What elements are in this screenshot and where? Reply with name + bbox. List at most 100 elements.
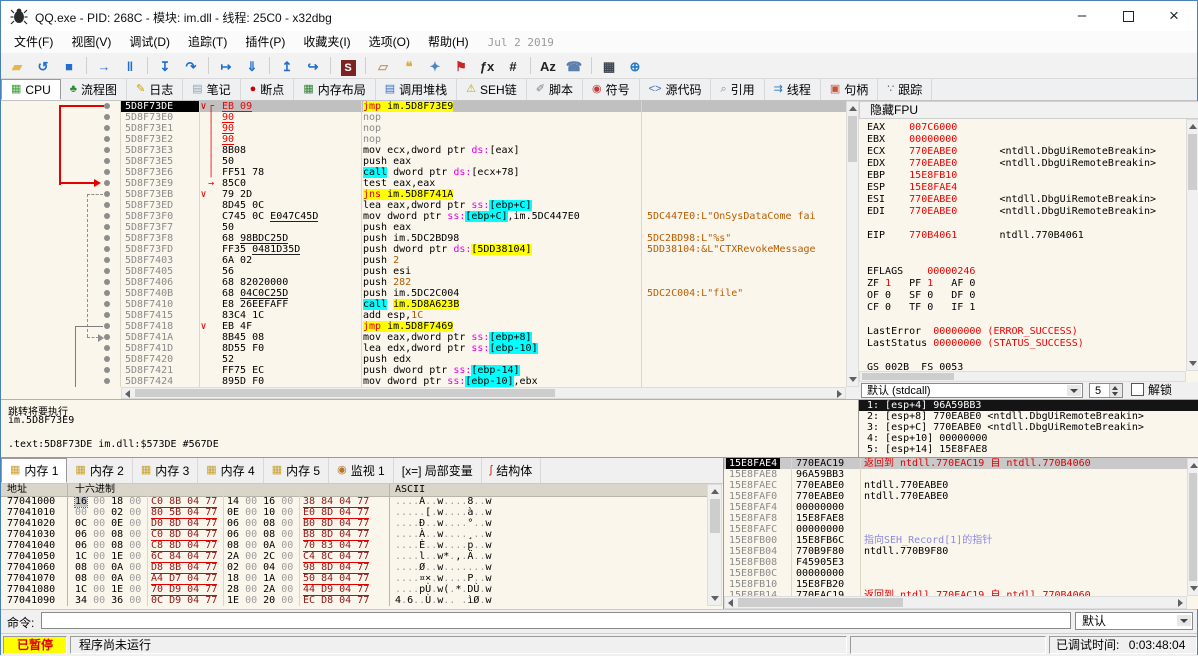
disasm-row[interactable]: 5D8F741A8B45 08mov eax,dword ptr ss:[ebp… (121, 332, 846, 343)
comments-button[interactable]: ❝ (396, 55, 422, 77)
breakpoint-dot-icon[interactable] (104, 235, 110, 241)
functions-button[interactable]: ƒx (474, 55, 500, 77)
tab-references[interactable]: ⌕引用 (711, 79, 764, 100)
stack-row[interactable]: 15E8FB0C00000000 (724, 568, 1187, 579)
disasm-row[interactable]: 5D8F73E3│8B08mov ecx,dword ptr ds:[eax] (121, 145, 846, 156)
labels-button[interactable]: ✦ (422, 55, 448, 77)
menu-item[interactable]: 调试(D) (120, 31, 179, 53)
dump-row[interactable]: 7704107008 00 0A 00A4 D7 04 7718 00 1A 0… (1, 573, 707, 584)
stack-row[interactable]: 15E8FAF815E8FAE8 (724, 513, 1187, 524)
register-line[interactable]: LastStatus 00000000 (STATUS_SUCCESS) (867, 338, 1187, 350)
stack-row[interactable]: 15E8FB08F45905E3 (724, 557, 1187, 568)
scroll-right-icon[interactable] (837, 390, 842, 398)
stack-row[interactable]: 15E8FAF0770EABE0ntdll.770EABE0 (724, 491, 1187, 502)
scroll-down-icon[interactable] (849, 377, 857, 382)
stack-row[interactable]: 15E8FB04770B9F80ntdll.770B9F80 (724, 546, 1187, 557)
breakpoint-dot-icon[interactable] (104, 345, 110, 351)
disassembly-hscrollbar[interactable] (121, 387, 846, 399)
bookmarks-button[interactable]: ⚑ (448, 55, 474, 77)
checkbox-icon[interactable] (1131, 383, 1144, 396)
scroll-up-icon[interactable] (849, 106, 857, 111)
register-line[interactable]: ECX 770EABE0 <ntdll.DbgUiRemoteBreakin> (867, 146, 1187, 158)
register-line[interactable] (867, 254, 1187, 266)
breakpoint-dot-icon[interactable] (104, 191, 110, 197)
stop-button[interactable]: ■ (56, 55, 82, 77)
disasm-row[interactable]: 5D8F740668 82020000push 282 (121, 277, 846, 288)
tab-script[interactable]: ✐脚本 (527, 79, 583, 100)
disasm-row[interactable]: 5D8F7418∨EB 4Fjmp im.5D8F7469 (121, 321, 846, 332)
register-line[interactable]: EBX 00000000 (867, 134, 1187, 146)
tab-notes[interactable]: ▤笔记 (183, 79, 240, 100)
dump-row[interactable]: 7704106008 00 0A 00D8 8B 04 7702 00 04 0… (1, 562, 707, 573)
register-line[interactable]: ESI 770EABE0 <ntdll.DbgUiRemoteBreakin> (867, 194, 1187, 206)
breakpoint-dot-icon[interactable] (104, 367, 110, 373)
disasm-row[interactable]: 5D8F740B68 04C0C25Dpush im.5DC2C0045DC2C… (121, 288, 846, 299)
tab-watch-1[interactable]: ◉监视 1 (329, 458, 394, 483)
disasm-row[interactable]: 5D8F73E0│90nop (121, 112, 846, 123)
restart-button[interactable]: ↺ (30, 55, 56, 77)
breakpoint-dot-icon[interactable] (104, 356, 110, 362)
argument-count-stepper[interactable]: 5 (1089, 383, 1123, 398)
menu-item[interactable]: 文件(F) (5, 31, 62, 53)
argument-row[interactable]: 3: [esp+C] 770EABE0 <ntdll.DbgUiRemoteBr… (859, 422, 1198, 433)
stepper-arrows-icon[interactable] (1109, 384, 1122, 397)
breakpoint-dot-icon[interactable] (104, 169, 110, 175)
stack-vscrollbar[interactable] (1187, 458, 1198, 596)
menu-item[interactable]: 帮助(H) (419, 31, 478, 53)
step-out-button[interactable]: ⇓ (239, 55, 265, 77)
register-line[interactable] (867, 314, 1187, 326)
tab-threads[interactable]: ⇉线程 (765, 79, 821, 100)
register-line[interactable]: ESP 15E8FAE4 (867, 182, 1187, 194)
register-line[interactable]: EIP 770B4061 ntdll.770B4061 (867, 230, 1187, 242)
tab-locals[interactable]: [x=] 局部变量 (394, 458, 482, 483)
register-line[interactable]: CF 0 TF 0 IF 1 (867, 302, 1187, 314)
breakpoint-dot-icon[interactable] (104, 136, 110, 142)
breakpoint-dot-icon[interactable] (104, 158, 110, 164)
register-line[interactable]: ZF 1 PF 1 AF 0 (867, 278, 1187, 290)
register-line[interactable]: LastError 00000000 (ERROR_SUCCESS) (867, 326, 1187, 338)
breakpoint-dot-icon[interactable] (104, 103, 110, 109)
menu-item[interactable]: 视图(V) (62, 31, 120, 53)
step-over-button[interactable]: ↷ (178, 55, 204, 77)
tab-dump-2[interactable]: ▦内存 2 (67, 458, 132, 483)
argument-row[interactable]: 4: [esp+10] 00000000 (859, 433, 1198, 444)
calculator-button[interactable]: ▦ (596, 55, 622, 77)
registers-hscrollbar[interactable] (859, 371, 1186, 382)
dump-row[interactable]: 7704101000 00 02 0080 5B 04 770E 00 10 0… (1, 507, 707, 518)
scroll-left-icon[interactable] (125, 390, 130, 398)
disasm-row[interactable]: 5D8F73F750push eax (121, 222, 846, 233)
register-line[interactable] (867, 218, 1187, 230)
breakpoint-dot-icon[interactable] (104, 213, 110, 219)
tab-trace[interactable]: ∵跟踪 (878, 79, 932, 100)
disasm-row[interactable]: 5D8F73DE∨┌EB 09jmp im.5D8F73E9 (121, 101, 846, 112)
tab-memory-map[interactable]: ▦内存布局 (294, 79, 375, 100)
breakpoint-dot-icon[interactable] (104, 301, 110, 307)
menu-item[interactable]: 收藏夹(I) (294, 31, 359, 53)
strings-button[interactable]: Az (535, 55, 561, 77)
chevron-down-icon[interactable] (1177, 615, 1191, 626)
menu-item[interactable]: 追踪(T) (179, 31, 236, 53)
disassembly-vscrollbar[interactable] (846, 101, 859, 387)
dump-row[interactable]: 7704100016 00 18 00C0 8B 04 7714 00 16 0… (1, 496, 707, 507)
disasm-row[interactable]: 5D8F7421FF75 ECpush dword ptr ss:[ebp-14… (121, 365, 846, 376)
scylla-button[interactable]: S (335, 55, 361, 77)
run-until-button[interactable]: ↦ (213, 55, 239, 77)
disasm-row[interactable]: 5D8F74036A 02push 2 (121, 255, 846, 266)
disasm-row[interactable]: 5D8F73E9→85C0test eax,eax (121, 178, 846, 189)
argument-row[interactable]: 5: [esp+14] 15E8FAE8 (859, 444, 1198, 455)
breakpoint-dot-icon[interactable] (104, 268, 110, 274)
minimize-button[interactable]: – (1059, 1, 1105, 31)
run-button[interactable]: → (91, 55, 117, 77)
execute-till-return-button[interactable]: ↥ (274, 55, 300, 77)
stack-row[interactable]: 15E8FAF400000000 (724, 502, 1187, 513)
breakpoint-dot-icon[interactable] (104, 202, 110, 208)
argument-row[interactable]: 1: [esp+4] 96A59BB3 (859, 400, 1198, 411)
tab-breakpoints[interactable]: ●断点 (241, 79, 295, 100)
disasm-row[interactable]: 5D8F73E6│FF51 78call dword ptr ds:[ecx+7… (121, 167, 846, 178)
unlock-checkbox[interactable]: 解锁 (1131, 383, 1172, 398)
command-combobox[interactable]: 默认 (1075, 612, 1193, 630)
register-line[interactable]: OF 0 SF 0 DF 0 (867, 290, 1187, 302)
stack-row[interactable]: 15E8FB1015E8FB20 (724, 579, 1187, 590)
breakpoint-dot-icon[interactable] (104, 257, 110, 263)
stack-row[interactable]: 15E8FB0015E8FB6C指向SEH_Record[1]的指针 (724, 535, 1187, 546)
